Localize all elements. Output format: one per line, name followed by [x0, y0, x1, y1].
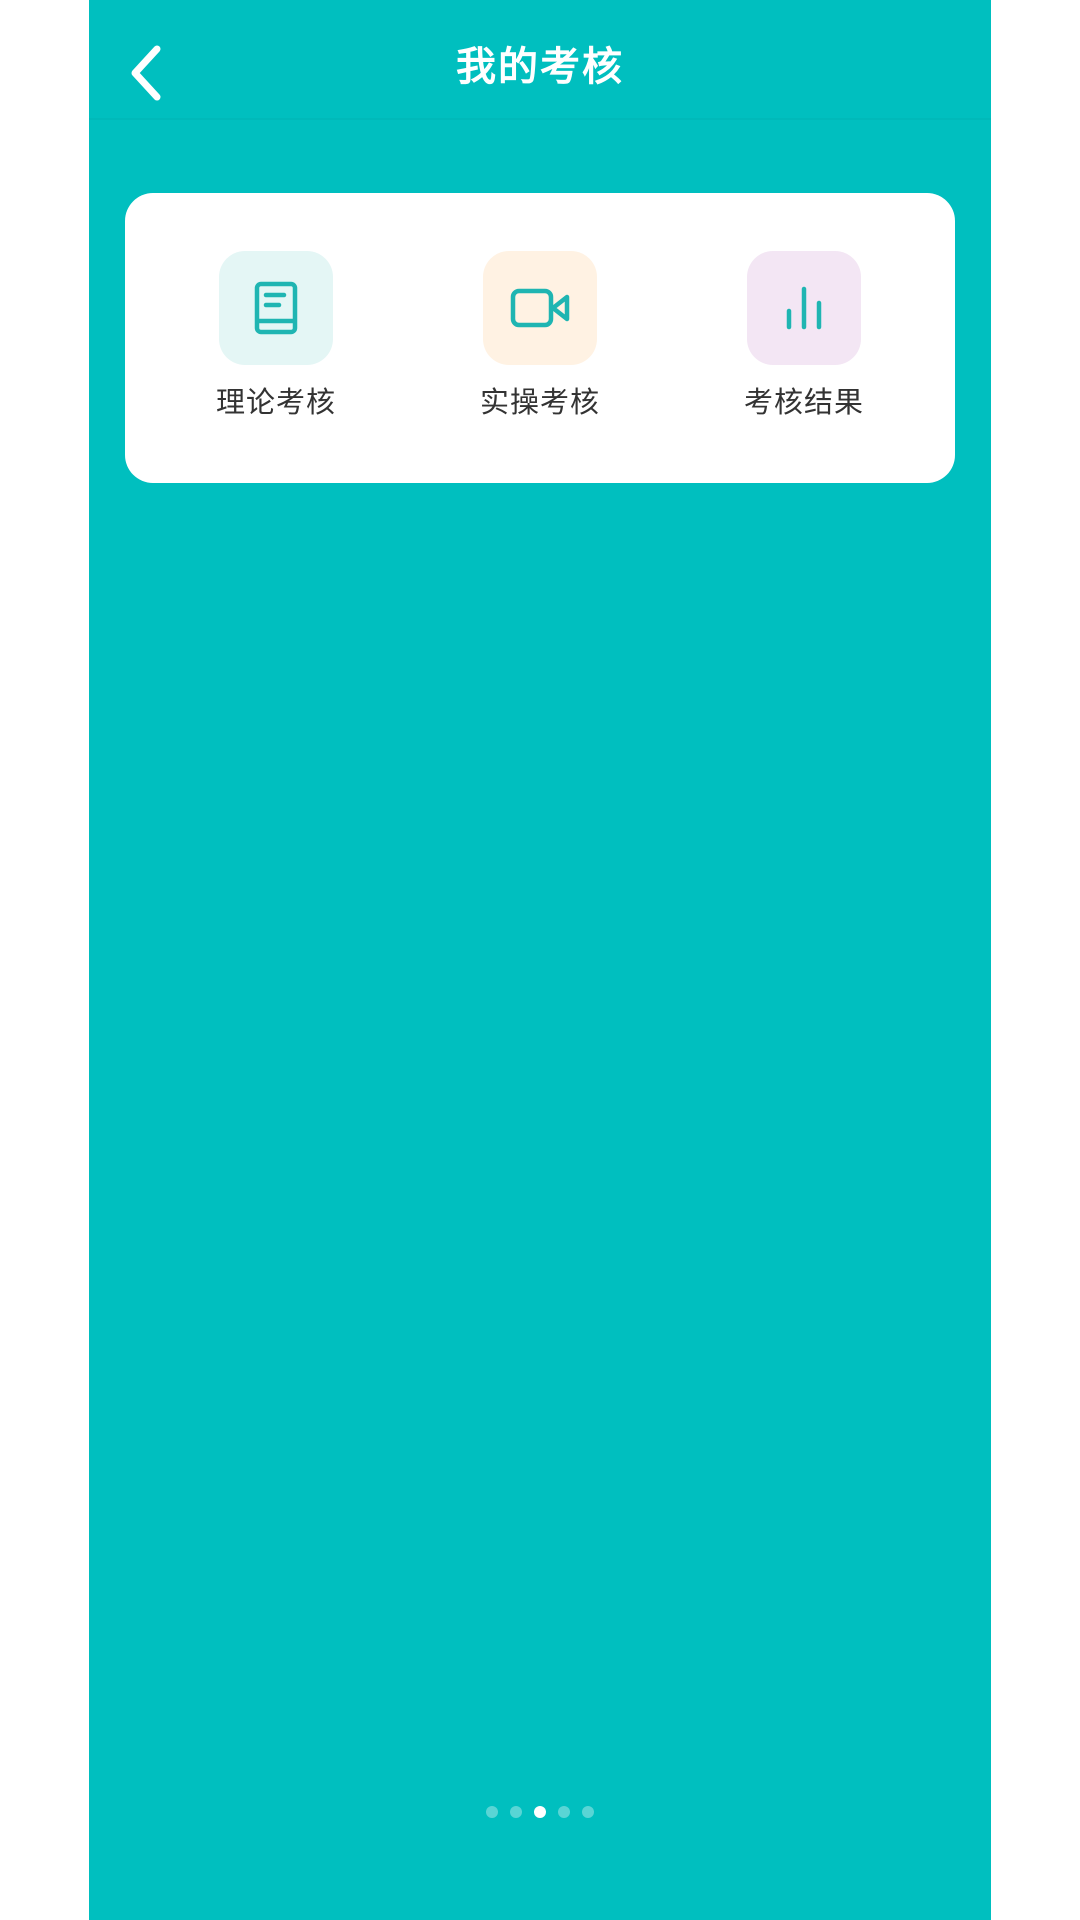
header-bar: 我的考核 [89, 0, 991, 120]
page-dot[interactable] [486, 1806, 498, 1818]
assessment-menu-card: 理论考核 实操考核 考核结果 [125, 193, 955, 483]
menu-item-theory-exam[interactable]: 理论考核 [176, 251, 376, 441]
video-camera-icon [510, 288, 570, 328]
app-screen: 我的考核 理论考核 实操考核 考核结果 [89, 0, 991, 1920]
menu-item-label: 考核结果 [743, 385, 864, 419]
icon-tile [747, 251, 861, 365]
menu-item-label: 理论考核 [215, 385, 336, 419]
page-title: 我的考核 [456, 44, 624, 90]
icon-tile [219, 251, 333, 365]
page-dot[interactable] [582, 1806, 594, 1818]
page-dot-active[interactable] [534, 1806, 546, 1818]
icon-tile [483, 251, 597, 365]
bar-chart-icon [786, 286, 822, 330]
menu-item-label: 实操考核 [479, 385, 600, 419]
menu-item-exam-results[interactable]: 考核结果 [704, 251, 904, 441]
page-dot[interactable] [510, 1806, 522, 1818]
page-dot[interactable] [558, 1806, 570, 1818]
menu-item-practical-exam[interactable]: 实操考核 [440, 251, 640, 441]
book-icon [254, 281, 298, 335]
page-indicator [89, 1806, 991, 1818]
